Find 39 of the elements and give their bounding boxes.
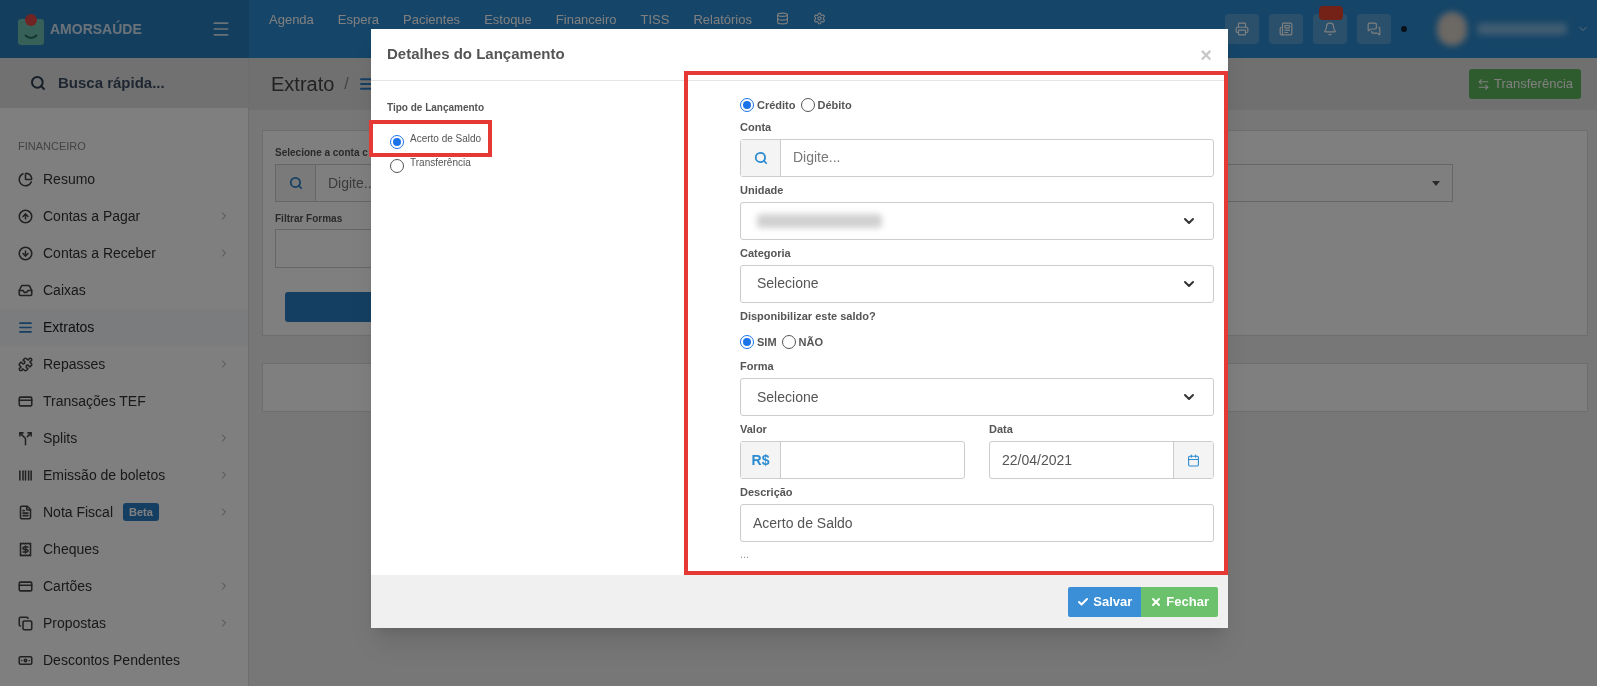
item-label: Cartões [43,576,93,596]
item-label: Nota Fiscal [43,502,114,522]
field-label: Categoria [740,245,791,260]
page-title: Extrato [271,72,335,97]
item-label: Extratos [43,317,95,337]
radio-label: Acerto de Saldo [410,132,482,146]
item-label: Cheques [43,539,100,559]
item-label: Contas a Pagar [43,206,141,226]
ellipsis-text: ... [740,547,750,562]
field-label: Unidade [740,182,784,197]
radio-label: Transferência [410,156,471,170]
currency-prefix: R$ [751,450,770,470]
radio-label: Crédito [757,98,796,113]
field-label: Conta [740,119,772,134]
item-label: Splits [43,428,78,448]
item-label: Caixas [43,280,86,300]
item-label: Transações TEF [43,391,146,411]
item-label: Emissão de boletos [43,465,166,485]
section-heading: FINANCEIRO [17,139,87,154]
breadcrumb-separator: / [344,74,349,94]
field-label: Data [989,422,1013,436]
beta-badge: Beta [123,502,159,522]
field-label: Tipo de Lançamento [387,101,485,115]
radio-label: SIM [757,334,777,350]
item-label: Repasses [43,354,106,374]
radio-label: NÃO [798,334,823,350]
item-label: Resumo [43,169,96,189]
field-label: Selecione a conta c [275,147,368,159]
field-label: Descrição [740,485,793,499]
item-label: Descontos Pendentes [43,650,180,670]
field-label: Filtrar Formas [275,213,343,225]
field-label: Forma [740,359,774,373]
radio-label: Débito [817,98,852,113]
field-label: Valor [740,422,767,436]
field-label: Disponibilizar este saldo? [740,308,876,323]
item-label: Contas a Receber [43,243,156,263]
item-label: Propostas [43,613,107,633]
logo-text: AMORSAÚDE [50,19,142,39]
modal-title: Detalhes do Lançamento [387,44,565,65]
